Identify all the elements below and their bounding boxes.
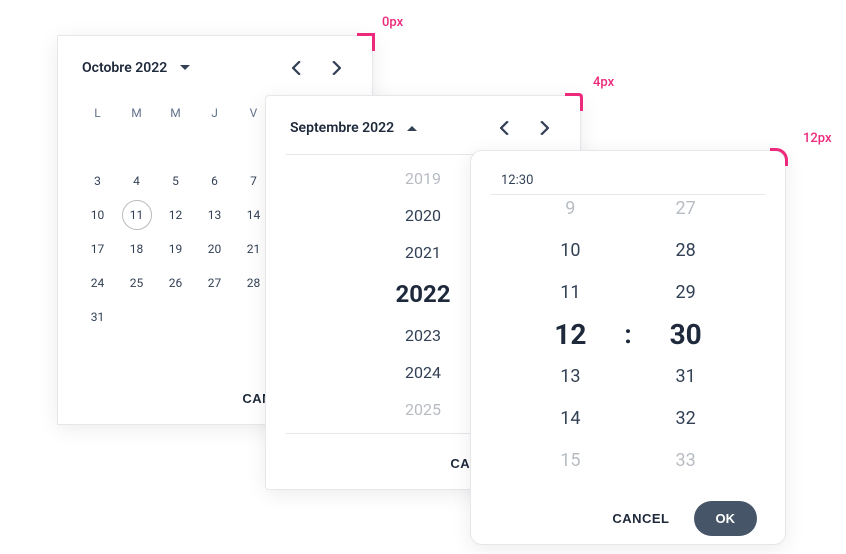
hour-option[interactable]: 10 [560,236,580,266]
hour-option[interactable]: 13 [560,362,580,392]
time-display: 12:30 [471,151,785,194]
hours-column[interactable]: 9 10 11 12 13 14 15 [540,194,600,474]
day-cell[interactable]: 12 [156,198,195,232]
hour-option[interactable]: 15 [560,446,580,475]
hour-option[interactable]: 9 [565,194,575,224]
corner-marker [357,33,375,51]
day-cell[interactable]: 10 [78,198,117,232]
radius-label-12: 12px [803,131,832,146]
minute-option[interactable]: 30 [670,320,702,350]
day-cell[interactable]: 5 [156,164,195,198]
picker-header: Octobre 2022 [58,36,372,88]
weekday-label: L [78,96,117,130]
day-cell-empty [78,130,117,164]
year-option[interactable]: 2025 [405,391,441,428]
dropdown-icon[interactable] [175,58,195,78]
minute-option[interactable]: 32 [676,404,696,434]
year-option[interactable]: 2020 [405,197,441,234]
weekday-label: M [156,96,195,130]
day-cell[interactable]: 13 [195,198,234,232]
prev-month-icon[interactable] [284,56,308,80]
year-option[interactable]: 2023 [405,317,441,354]
radius-label-0: 0px [382,15,403,30]
hour-option[interactable]: 12 [554,320,586,350]
day-cell-empty [117,300,156,334]
day-cell-empty [156,300,195,334]
day-cell[interactable]: 24 [78,266,117,300]
time-separator: : [624,320,631,350]
year-option[interactable]: 2022 [395,271,450,317]
month-year-label: Septembre 2022 [290,120,394,136]
dropdown-up-icon[interactable] [402,118,422,138]
next-month-icon[interactable] [324,56,348,80]
corner-marker [770,148,788,166]
hour-option[interactable]: 11 [560,278,580,308]
day-cell[interactable]: 3 [78,164,117,198]
minute-option[interactable]: 28 [676,236,696,266]
year-option[interactable]: 2019 [405,160,441,197]
day-cell-empty [195,300,234,334]
year-option[interactable]: 2024 [405,354,441,391]
day-cell[interactable]: 11 [122,200,152,230]
minute-option[interactable]: 27 [676,194,696,224]
day-cell[interactable]: 20 [195,232,234,266]
day-cell[interactable]: 6 [195,164,234,198]
minute-option[interactable]: 33 [676,446,696,475]
time-wheel[interactable]: 9 10 11 12 13 14 15 : 27 28 29 30 31 32 33 [491,194,765,474]
picker-header: Septembre 2022 [266,96,580,148]
day-cell[interactable]: 17 [78,232,117,266]
radius-label-4: 4px [593,75,614,90]
cancel-button[interactable]: CANCEL [612,511,669,526]
day-cell[interactable]: 26 [156,266,195,300]
ok-button[interactable]: OK [694,501,758,536]
day-cell-empty [195,130,234,164]
hour-option[interactable]: 14 [560,404,580,434]
year-option[interactable]: 2021 [405,234,441,271]
day-cell[interactable]: 18 [117,232,156,266]
day-cell-empty [117,130,156,164]
day-cell[interactable]: 31 [78,300,117,334]
day-cell[interactable]: 27 [195,266,234,300]
time-picker: 12:30 9 10 11 12 13 14 15 : 27 28 29 30 31 32 33 CAN… [470,150,786,545]
day-cell[interactable]: 19 [156,232,195,266]
picker-actions: CANCEL OK [471,492,785,544]
day-cell-empty [156,130,195,164]
minute-option[interactable]: 29 [676,278,696,308]
minutes-column[interactable]: 27 28 29 30 31 32 33 [656,194,716,474]
next-icon[interactable] [532,116,556,140]
day-cell[interactable]: 25 [117,266,156,300]
prev-icon[interactable] [492,116,516,140]
weekday-label: J [195,96,234,130]
month-year-label: Octobre 2022 [82,60,167,76]
weekday-label: M [117,96,156,130]
corner-marker [565,93,583,111]
minute-option[interactable]: 31 [676,362,696,392]
day-cell[interactable]: 4 [117,164,156,198]
